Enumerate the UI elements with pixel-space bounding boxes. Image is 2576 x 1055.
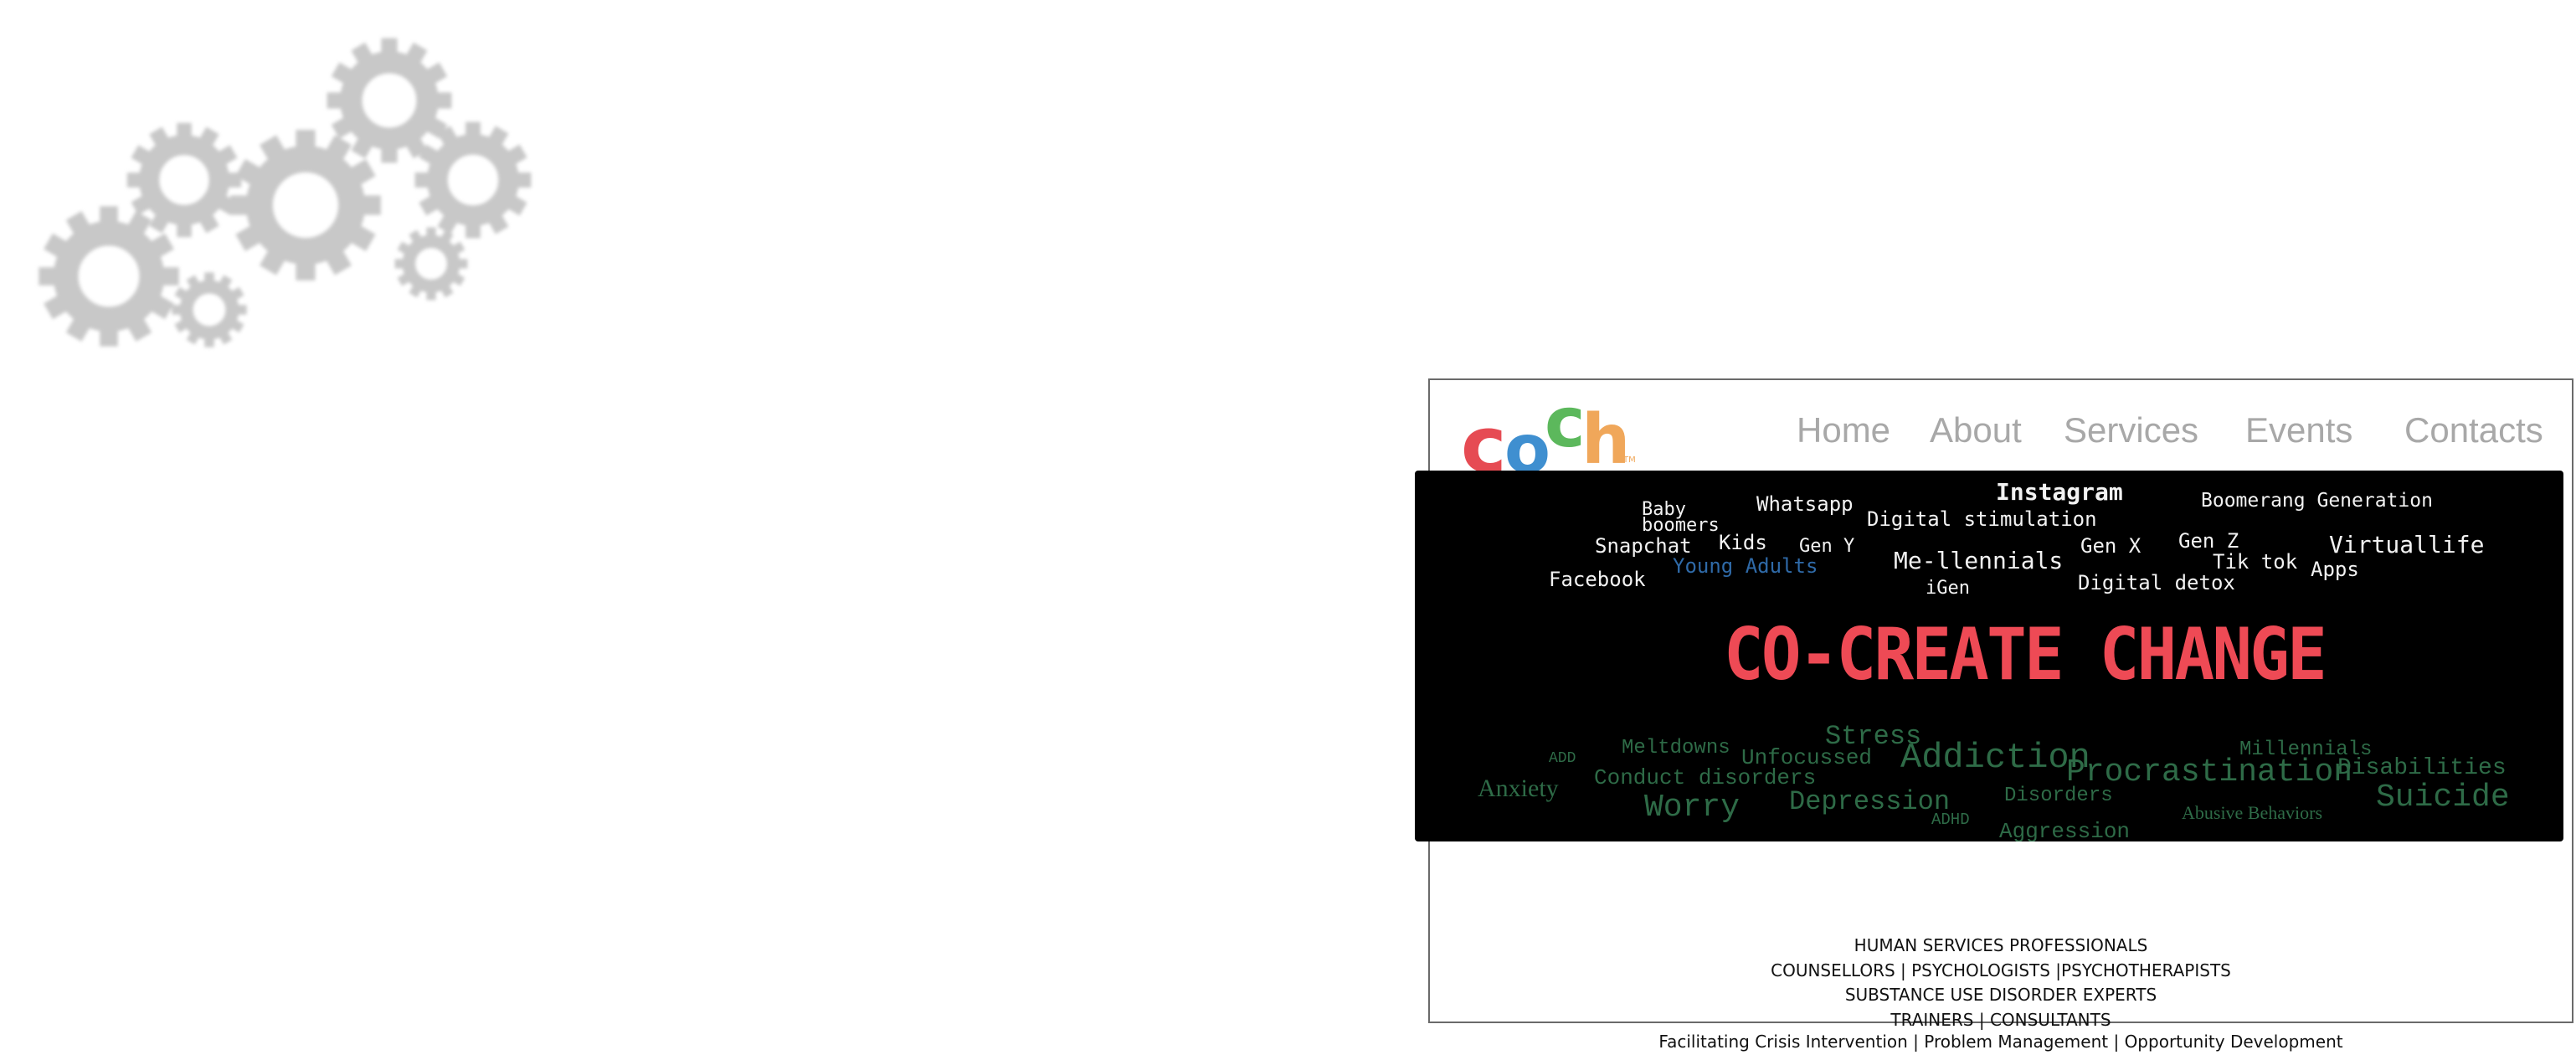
hero-banner: Baby boomers Whatsapp Instagram Boomeran… bbox=[1415, 471, 2563, 841]
credential-line: HUMAN SERVICES PROFESSIONALS bbox=[1854, 935, 2148, 955]
word-cloud-item: Facebook bbox=[1549, 568, 1646, 591]
word-cloud-item: iGen bbox=[1926, 578, 1970, 599]
word-cloud-item: Gen Z bbox=[2178, 529, 2239, 553]
word-cloud-item: Me-llennials bbox=[1894, 547, 2064, 574]
nav-home[interactable]: Home bbox=[1797, 410, 1890, 450]
gears-decoration bbox=[33, 25, 553, 360]
word-cloud-item: Disorders bbox=[2004, 785, 2113, 807]
hero-headline: CO-CREATE CHANGE bbox=[1723, 613, 2327, 697]
word-cloud-item: Apps bbox=[2311, 558, 2359, 581]
word-cloud-item: Boomerang Generation bbox=[2201, 490, 2433, 512]
word-cloud-item: Digital detox bbox=[2078, 571, 2235, 594]
word-cloud-item: Young Adults bbox=[1673, 554, 1818, 578]
word-cloud-item: Snapchat bbox=[1595, 534, 1692, 558]
word-cloud-item: Gen X bbox=[2080, 534, 2142, 558]
word-cloud-item: Abusive Behaviors bbox=[2182, 802, 2323, 823]
word-cloud-item: Suicide bbox=[2376, 780, 2510, 816]
word-cloud-item: Disabilities bbox=[2337, 755, 2507, 781]
credential-line: TRAINERS | CONSULTANTS bbox=[1890, 1009, 2111, 1030]
gears-icon bbox=[33, 25, 553, 360]
credentials-list: HUMAN SERVICES PROFESSIONALS COUNSELLORS… bbox=[1428, 934, 2573, 1032]
nav-events[interactable]: Events bbox=[2245, 410, 2352, 450]
word-cloud-item: boomers bbox=[1642, 515, 1720, 536]
tagline: Facilitating Crisis Intervention | Probl… bbox=[1658, 1032, 2343, 1052]
word-cloud-item: Conduct disorders bbox=[1594, 765, 1817, 790]
word-cloud-item: ADHD bbox=[1931, 811, 1970, 829]
word-cloud-item: Whatsapp bbox=[1756, 492, 1854, 516]
word-cloud-item: Gen Y bbox=[1799, 536, 1855, 557]
word-cloud-item: Anxiety bbox=[1478, 775, 1559, 802]
main-nav: Home About Services Events Contacts bbox=[0, 410, 2576, 461]
credential-line: COUNSELLORS | PSYCHOLOGISTS |PSYCHOTHERA… bbox=[1771, 960, 2231, 980]
nav-services[interactable]: Services bbox=[2064, 410, 2198, 450]
word-cloud-item: Kids bbox=[1719, 531, 1767, 554]
word-cloud-item: Tik tok bbox=[2213, 550, 2298, 574]
word-cloud-item: Worry bbox=[1644, 790, 1740, 826]
credential-line: SUBSTANCE USE DISORDER EXPERTS bbox=[1844, 985, 2157, 1005]
word-cloud-item: ADD bbox=[1549, 750, 1576, 767]
word-cloud-item: Instagram bbox=[1996, 478, 2123, 506]
word-cloud-item: Meltdowns bbox=[1622, 737, 1730, 759]
word-cloud-item: Addiction bbox=[1900, 738, 2090, 778]
word-cloud-item: Aggression bbox=[1999, 819, 2131, 841]
word-cloud-item: Virtuallife bbox=[2329, 531, 2485, 558]
nav-about[interactable]: About bbox=[1930, 410, 2022, 450]
word-cloud-item: Digital stimulation bbox=[1867, 507, 2097, 531]
word-cloud-item: Depression bbox=[1789, 786, 1951, 817]
nav-contacts[interactable]: Contacts bbox=[2404, 410, 2543, 450]
